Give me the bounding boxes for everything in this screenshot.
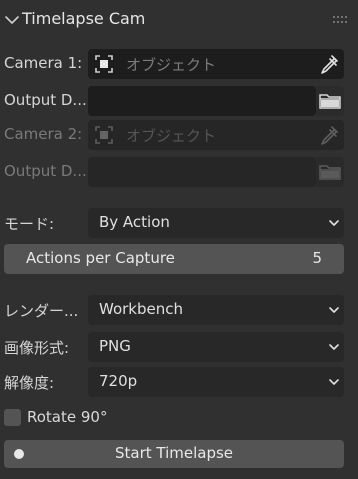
start-timelapse-label: Start Timelapse — [114, 444, 234, 462]
camera2-label: Camera 2: — [4, 125, 83, 143]
camera2-row: Camera 2: オブジェクト — [0, 120, 358, 150]
output2-row: Output D... — [0, 157, 358, 187]
output1-folder-button[interactable] — [316, 86, 344, 116]
resolution-row: 解像度: 720p — [0, 367, 358, 397]
folder-icon — [319, 94, 341, 109]
image-format-label: 画像形式: — [4, 339, 70, 357]
output1-label: Output D... — [4, 91, 87, 109]
actions-per-capture-value: 5 — [312, 249, 322, 267]
output2-path-field — [88, 157, 316, 187]
eyedropper-icon — [321, 126, 338, 145]
renderer-row: レンダー... Workbench — [0, 295, 358, 325]
output1-row: Output D... — [0, 86, 358, 116]
output2-label: Output D... — [4, 162, 87, 180]
mode-label: モード: — [4, 215, 55, 233]
image-format-dropdown[interactable]: PNG — [88, 332, 344, 362]
folder-icon — [319, 165, 341, 180]
image-format-row: 画像形式: PNG — [0, 332, 358, 362]
chevron-down-icon — [329, 307, 339, 313]
resolution-label: 解像度: — [4, 374, 55, 392]
rotate-row[interactable]: Rotate 90° — [0, 403, 358, 433]
camera1-label: Camera 1: — [4, 54, 83, 72]
mode-dropdown[interactable]: By Action — [88, 208, 344, 238]
renderer-label: レンダー... — [4, 302, 79, 320]
camera2-placeholder: オブジェクト — [126, 127, 217, 145]
resolution-dropdown[interactable]: 720p — [88, 367, 344, 397]
output1-path-field[interactable] — [88, 86, 316, 116]
camera2-object-field: オブジェクト — [88, 120, 344, 150]
start-timelapse-button[interactable]: Start Timelapse — [4, 440, 344, 468]
image-format-value: PNG — [99, 337, 131, 355]
object-select-icon — [95, 55, 113, 73]
chevron-down-icon — [329, 220, 339, 226]
panel-header[interactable]: Timelapse Cam — [0, 0, 358, 40]
mode-row: モード: By Action — [0, 208, 358, 238]
renderer-dropdown[interactable]: Workbench — [88, 295, 344, 325]
mode-value: By Action — [99, 213, 170, 231]
panel-title: Timelapse Cam — [22, 9, 146, 28]
actions-per-capture-field[interactable]: Actions per Capture 5 — [4, 244, 344, 274]
chevron-down-icon — [329, 344, 339, 350]
actions-per-capture-label: Actions per Capture — [26, 249, 175, 267]
output2-folder-button — [316, 157, 344, 187]
rotate-checkbox[interactable] — [4, 409, 21, 426]
drag-grip-icon[interactable] — [332, 15, 348, 25]
rotate-label: Rotate 90° — [27, 408, 108, 426]
camera1-object-field[interactable]: オブジェクト — [88, 49, 344, 79]
actions-per-capture-row: Actions per Capture 5 — [0, 244, 358, 274]
start-row: Start Timelapse — [0, 440, 358, 470]
camera1-row: Camera 1: オブジェクト — [0, 49, 358, 79]
camera1-placeholder: オブジェクト — [126, 56, 217, 74]
eyedropper-icon[interactable] — [318, 53, 340, 75]
object-select-icon — [95, 126, 113, 144]
chevron-down-icon — [5, 16, 19, 24]
resolution-value: 720p — [99, 372, 138, 390]
renderer-value: Workbench — [99, 300, 183, 318]
chevron-down-icon — [329, 379, 339, 385]
